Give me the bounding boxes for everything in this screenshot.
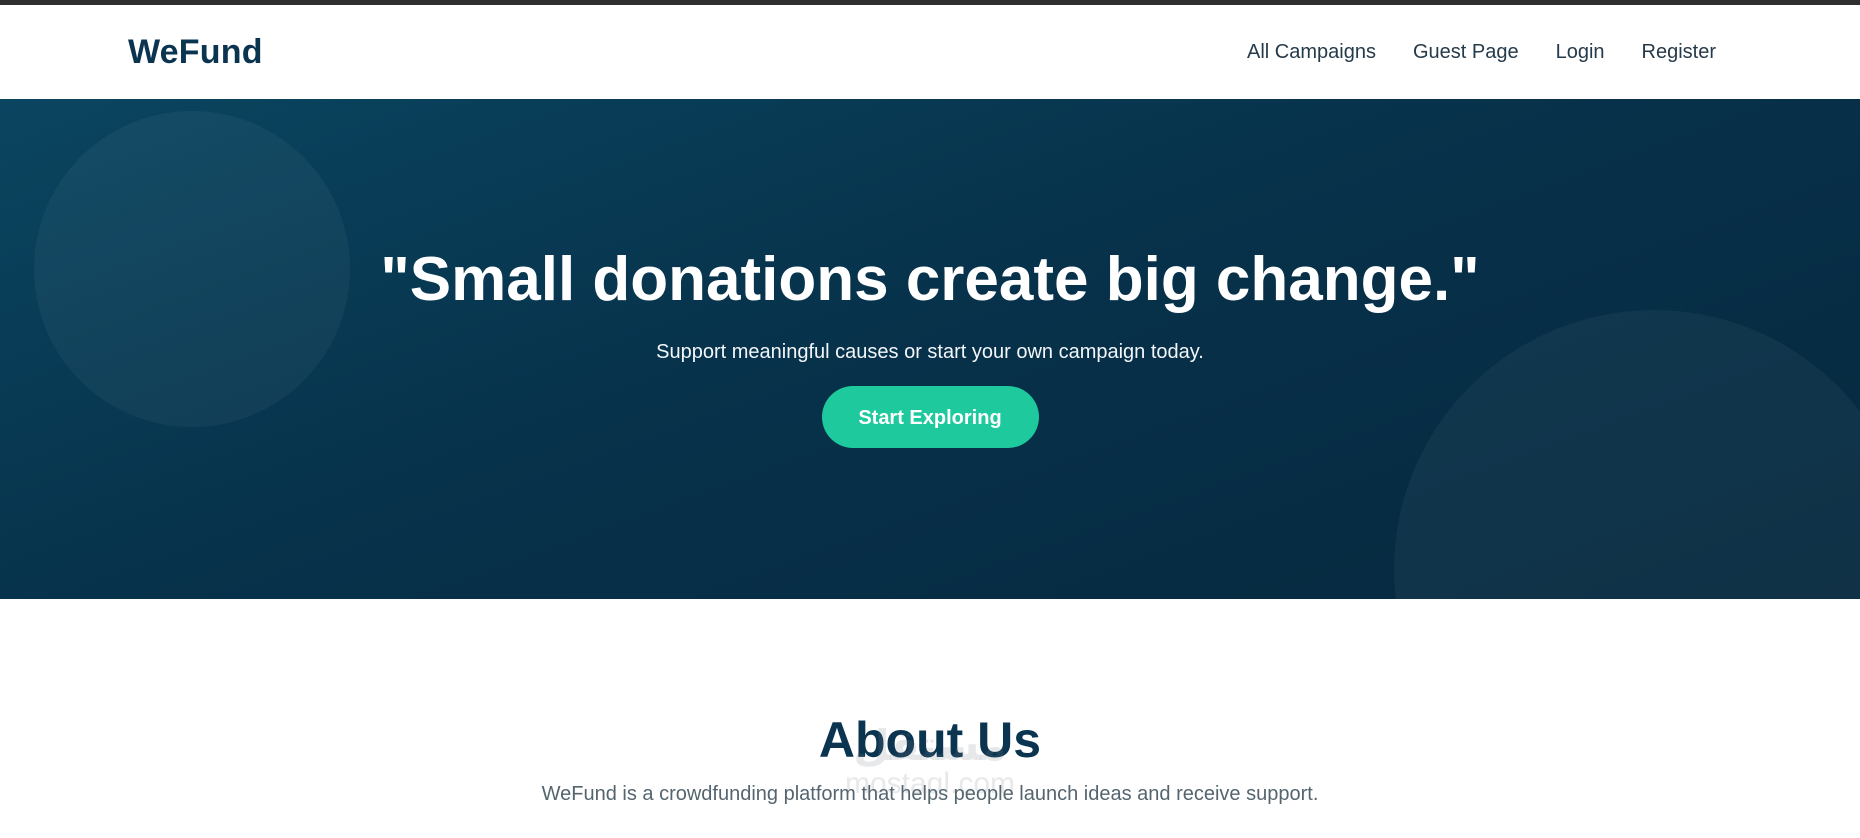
- hero-title: "Small donations create big change.": [380, 245, 1480, 314]
- start-exploring-button[interactable]: Start Exploring: [821, 386, 1039, 448]
- nav-link-all-campaigns[interactable]: All Campaigns: [1247, 41, 1376, 64]
- nav-links: All Campaigns Guest Page Login Register: [1247, 41, 1716, 64]
- nav-link-login[interactable]: Login: [1556, 41, 1605, 64]
- about-text: WeFund is a crowdfunding platform that h…: [541, 783, 1319, 805]
- about-section: About Us WeFund is a crowdfunding platfo…: [0, 599, 1860, 806]
- brand-logo[interactable]: WeFund: [128, 33, 263, 72]
- hero-section: "Small donations create big change." Sup…: [0, 99, 1860, 599]
- nav-link-register[interactable]: Register: [1642, 41, 1716, 64]
- hero-subtitle: Support meaningful causes or start your …: [656, 341, 1204, 363]
- about-title: About Us: [818, 712, 1042, 768]
- navbar: WeFund All Campaigns Guest Page Login Re…: [0, 5, 1860, 99]
- nav-link-guest-page[interactable]: Guest Page: [1413, 41, 1519, 64]
